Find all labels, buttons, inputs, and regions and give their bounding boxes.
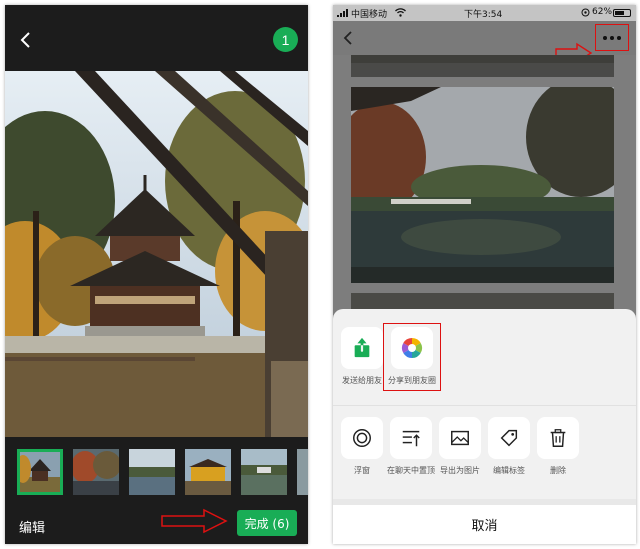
trash-icon [537, 417, 579, 459]
delete-label: 删除 [550, 466, 566, 475]
back-button[interactable] [15, 25, 37, 55]
signal-icon [337, 9, 348, 17]
clock: 下午3:54 [464, 10, 503, 20]
carrier-label: 中国移动 [351, 10, 388, 20]
highlight-box [383, 323, 441, 391]
ellipsis-icon [603, 35, 621, 40]
divider [333, 405, 636, 406]
selected-count-badge[interactable]: 1 [273, 27, 298, 52]
chevron-left-icon [343, 31, 352, 45]
back-button[interactable] [339, 26, 357, 50]
preview-photo [5, 71, 308, 437]
thumbnail-lake-reflection[interactable] [129, 449, 175, 495]
thumbnail-pavilion[interactable] [185, 449, 231, 495]
battery-percent: 62% [592, 7, 613, 17]
moments-nav-bar [333, 21, 636, 64]
cancel-button[interactable]: 取消 [333, 499, 636, 544]
more-options-button[interactable] [595, 24, 629, 51]
moments-share-screen: 中国移动 下午3:54 62% 发送给朋友 分享到朋友圈 浮窗 在聊天中置顶 导… [333, 5, 636, 544]
share-up-icon [341, 327, 383, 369]
status-bar: 中国移动 下午3:54 62% [333, 5, 636, 21]
more-actions-row: 浮窗 在聊天中置顶 导出为图片 编辑标签 删除 [333, 417, 636, 487]
post-feed [333, 55, 636, 315]
edit-button[interactable]: 编辑 [19, 517, 45, 536]
done-button[interactable]: 完成 (6) [237, 510, 297, 536]
float-window-icon [341, 417, 383, 459]
share-action-sheet: 发送给朋友 分享到朋友圈 浮窗 在聊天中置顶 导出为图片 编辑标签 删除 取消 [333, 309, 636, 544]
delete-action[interactable]: 删除 [529, 417, 587, 476]
thumbnail-partial[interactable] [297, 449, 308, 495]
photo-picker-screen: 1 编辑 完成 (6) [5, 5, 308, 544]
tag-icon [488, 417, 530, 459]
pin-top-icon [390, 417, 432, 459]
post-image-lake[interactable] [351, 87, 614, 283]
image-export-icon [439, 417, 481, 459]
post-image-top [351, 55, 614, 77]
picker-header: 1 [5, 5, 308, 71]
battery-icon [613, 9, 631, 17]
picker-footer: 编辑 完成 (6) [5, 507, 308, 544]
chevron-left-icon [20, 32, 30, 48]
thumbnail-pagoda[interactable] [17, 449, 63, 495]
wifi-icon [395, 8, 406, 17]
rotation-lock-icon [581, 8, 590, 17]
thumbnail-lake-pavilion[interactable] [241, 449, 287, 495]
thumbnail-autumn-trees[interactable] [73, 449, 119, 495]
share-targets-row: 发送给朋友 分享到朋友圈 [333, 309, 636, 395]
thumbnail-strip [5, 437, 308, 507]
annotation-arrow-icon [161, 508, 228, 534]
